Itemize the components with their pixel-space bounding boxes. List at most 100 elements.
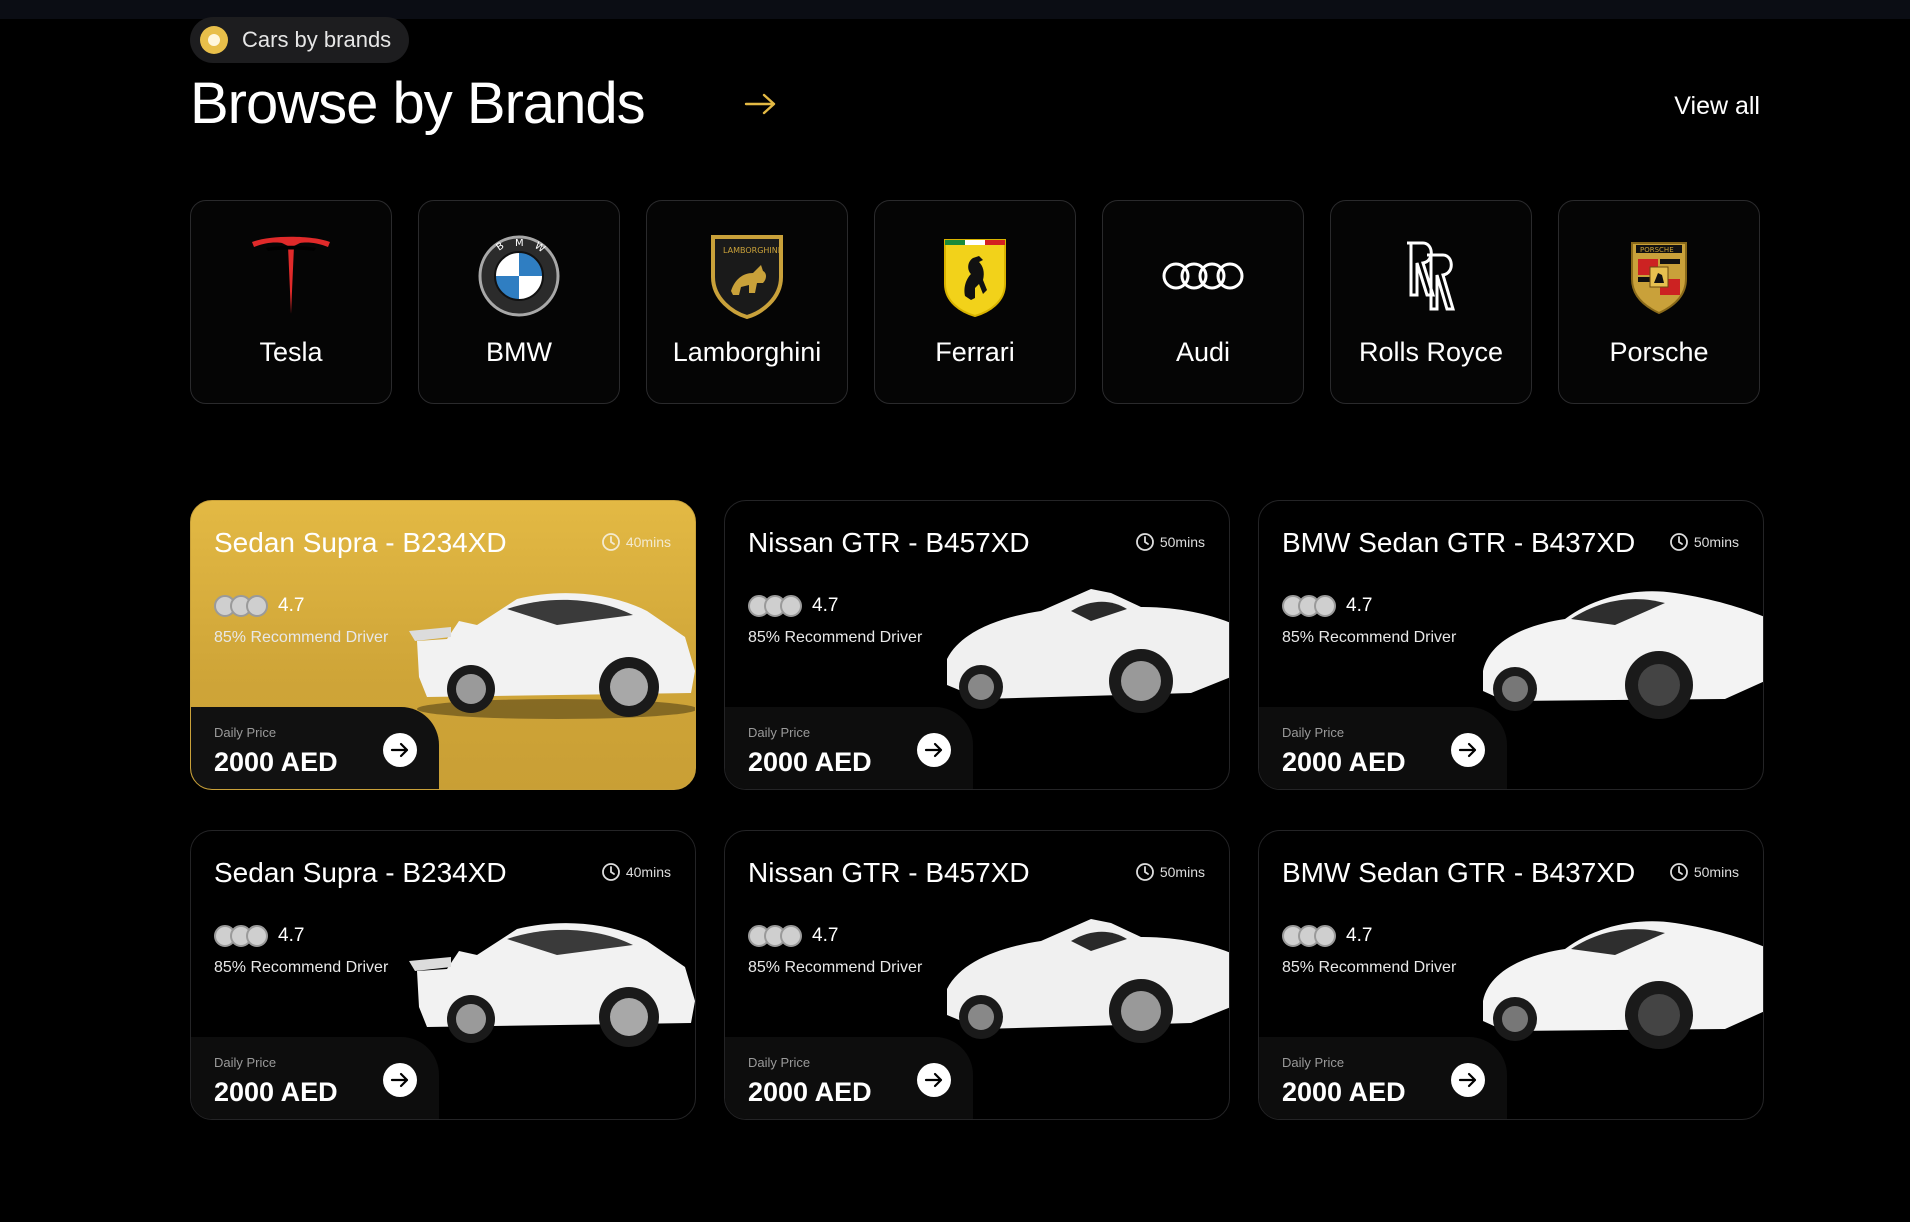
price-label: Daily Price (748, 725, 811, 740)
brand-card-rolls-royce[interactable]: Rolls Royce (1330, 200, 1532, 404)
recommend-text: 85% Recommend Driver (748, 959, 923, 976)
car-image (947, 589, 1229, 719)
trip-time-value: 50mins (1159, 864, 1205, 880)
book-arrow-button[interactable] (917, 1063, 951, 1097)
clock-icon (601, 863, 620, 881)
brand-card-tesla[interactable]: Tesla (190, 200, 392, 404)
price-label: Daily Price (214, 725, 277, 740)
car-card[interactable]: BMW Sedan GTR - B437XD 50mins 4.7 85% Re… (1258, 830, 1764, 1120)
svg-text:M: M (515, 238, 524, 249)
svg-text:LAMBORGHINI: LAMBORGHINI (723, 246, 780, 255)
section-tag: Cars by brands (190, 17, 410, 63)
rating-dots-icon (1282, 595, 1336, 617)
rating: 4.7 (748, 925, 838, 947)
car-title: Nissan GTR - B457XD (748, 527, 1030, 558)
car-card[interactable]: Sedan Supra - B234XD 40mins 4.7 85% Reco… (190, 500, 696, 790)
recommend-text: 85% Recommend Driver (748, 629, 923, 646)
rating: 4.7 (1282, 925, 1372, 947)
book-arrow-button[interactable] (1451, 1063, 1485, 1097)
brand-card-ferrari[interactable]: Ferrari (874, 200, 1076, 404)
price-box: Daily Price 2000 AED (725, 707, 973, 789)
car-card[interactable]: BMW Sedan GTR - B437XD 50mins 4.7 85% Re… (1258, 500, 1764, 790)
price-box: Daily Price 2000 AED (725, 1037, 973, 1119)
price-value: 2000 AED (214, 1077, 338, 1107)
clock-icon (1669, 533, 1688, 551)
section-tag-label: Cars by brands (242, 27, 392, 52)
rating-value: 4.7 (278, 595, 305, 616)
clock-icon (601, 533, 620, 551)
brand-card-audi[interactable]: Audi (1102, 200, 1304, 404)
brand-card-bmw[interactable]: B M W BMW (418, 200, 620, 404)
arrow-right-icon (390, 1072, 409, 1088)
price-value: 2000 AED (748, 747, 872, 777)
price-label: Daily Price (748, 1055, 811, 1070)
book-arrow-button[interactable] (383, 1063, 417, 1097)
brand-card-porsche[interactable]: PORSCHE Porsche (1558, 200, 1760, 404)
brand-list: Tesla B M W BMW LAMBORGHINI Lamborghini … (190, 200, 1760, 405)
brand-name: Lamborghini (672, 337, 822, 367)
price-value: 2000 AED (748, 1077, 872, 1107)
brand-name: BMW (486, 337, 552, 367)
trip-time-value: 50mins (1693, 534, 1739, 550)
price-box: Daily Price 2000 AED (1259, 1037, 1507, 1119)
car-card[interactable]: Nissan GTR - B457XD 50mins 4.7 85% Recom… (724, 500, 1230, 790)
trip-time: 40mins (601, 532, 671, 552)
page-title: Browse by Brands (190, 71, 646, 136)
brand-card-lamborghini[interactable]: LAMBORGHINI Lamborghini (646, 200, 848, 404)
brands-section: Cars by brands Browse by Brands View all… (190, 0, 1764, 1222)
recommend-text: 85% Recommend Driver (214, 629, 389, 646)
trip-time: 50mins (1135, 532, 1205, 552)
brand-name: Ferrari (935, 337, 1015, 367)
car-image (947, 919, 1229, 1049)
recommend-text: 85% Recommend Driver (214, 959, 389, 976)
rating-value: 4.7 (812, 925, 839, 946)
audi-logo-icon (1162, 221, 1244, 331)
tesla-logo-icon (250, 221, 332, 331)
trip-time-value: 40mins (625, 864, 671, 880)
clock-icon (1135, 533, 1154, 551)
book-arrow-button[interactable] (1451, 733, 1485, 767)
price-label: Daily Price (1282, 1055, 1345, 1070)
book-arrow-button[interactable] (383, 733, 417, 767)
ferrari-logo-icon (941, 221, 1009, 331)
car-image (1483, 591, 1763, 721)
lamborghini-logo-icon: LAMBORGHINI (709, 221, 785, 331)
car-card[interactable]: Nissan GTR - B457XD 50mins 4.7 85% Recom… (724, 830, 1230, 1120)
rating-value: 4.7 (1346, 925, 1373, 946)
brand-name: Porsche (1609, 337, 1709, 367)
price-value: 2000 AED (214, 747, 338, 777)
car-image (1483, 921, 1763, 1051)
recommend-text: 85% Recommend Driver (1282, 959, 1457, 976)
car-title: BMW Sedan GTR - B437XD (1282, 527, 1636, 558)
trip-time-value: 40mins (625, 534, 671, 550)
view-all-link[interactable]: View all (1674, 92, 1760, 121)
clock-icon (1669, 863, 1688, 881)
car-title: BMW Sedan GTR - B437XD (1282, 857, 1636, 888)
arrow-right-icon (924, 1072, 943, 1088)
clock-icon (1135, 863, 1154, 881)
price-box: Daily Price 2000 AED (1259, 707, 1507, 789)
brand-name: Rolls Royce (1358, 337, 1504, 367)
trip-time: 50mins (1135, 862, 1205, 882)
price-label: Daily Price (1282, 725, 1345, 740)
trip-time-value: 50mins (1159, 534, 1205, 550)
car-card[interactable]: Sedan Supra - B234XD 40mins 4.7 85% Reco… (190, 830, 696, 1120)
arrow-right-icon (1458, 1072, 1477, 1088)
rating-dots-icon (1282, 925, 1336, 947)
rating-value: 4.7 (278, 925, 305, 946)
arrow-right-icon[interactable] (744, 92, 778, 116)
car-image (409, 593, 695, 719)
price-label: Daily Price (214, 1055, 277, 1070)
trip-time: 50mins (1669, 532, 1739, 552)
car-image (409, 923, 695, 1049)
price-box: Daily Price 2000 AED (191, 1037, 439, 1119)
rating: 4.7 (748, 595, 838, 617)
price-value: 2000 AED (1282, 747, 1406, 777)
book-arrow-button[interactable] (917, 733, 951, 767)
rolls-royce-logo-icon (1403, 221, 1459, 331)
rating-dots-icon (214, 925, 268, 947)
dot-icon (200, 26, 228, 54)
rating-dots-icon (748, 925, 802, 947)
rating: 4.7 (214, 595, 304, 617)
svg-text:PORSCHE: PORSCHE (1640, 246, 1674, 254)
